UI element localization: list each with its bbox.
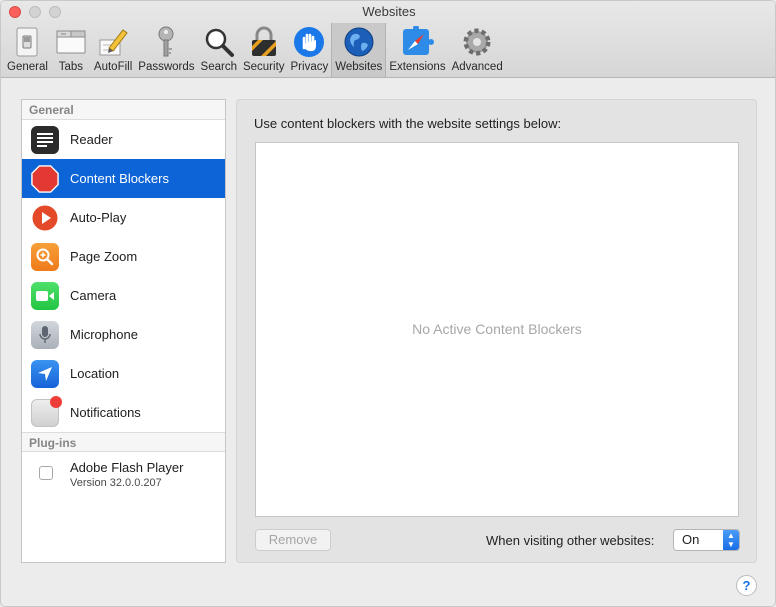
tabs-icon <box>54 25 88 59</box>
sidebar-item-label: Microphone <box>70 327 138 342</box>
empty-list-message: No Active Content Blockers <box>412 321 582 337</box>
tab-general[interactable]: General <box>4 23 51 77</box>
sidebar-item-label: Auto-Play <box>70 210 127 225</box>
sidebar-item-label: Reader <box>70 132 113 147</box>
sidebar-item-camera[interactable]: Camera <box>22 276 225 315</box>
sidebar-item-label: Content Blockers <box>70 171 169 186</box>
other-websites-select[interactable]: On ▲ ▼ <box>673 529 740 551</box>
sidebar-item-reader[interactable]: Reader <box>22 120 225 159</box>
notification-badge <box>50 395 62 408</box>
camera-icon <box>31 281 59 310</box>
hand-icon <box>292 25 326 59</box>
reader-icon <box>31 125 59 154</box>
window-title: Websites <box>362 4 416 19</box>
other-websites-value: On <box>682 532 700 547</box>
microphone-icon <box>31 320 59 349</box>
preferences-window: Websites General Tabs AutoFill Passwords… <box>0 0 776 607</box>
tab-advanced[interactable]: Advanced <box>449 23 506 77</box>
zoom-icon <box>31 242 59 271</box>
sidebar-item-auto-play[interactable]: Auto-Play <box>22 198 225 237</box>
sidebar-item-label: Notifications <box>70 405 141 420</box>
sidebar-item-label: Location <box>70 366 120 381</box>
chevron-up-down-icon: ▲ ▼ <box>723 530 739 550</box>
other-websites-label: When visiting other websites: <box>486 533 655 548</box>
tab-security[interactable]: Security <box>240 23 288 77</box>
plugins-section-header: Plug-ins <box>22 432 225 452</box>
flash-plugin-checkbox[interactable] <box>39 466 53 480</box>
panel-title: Use content blockers with the website se… <box>254 116 562 131</box>
sidebar-item-label: Page Zoom <box>70 249 138 264</box>
general-section-header: General <box>22 100 225 120</box>
sidebar-item-notifications[interactable]: Notifications <box>22 393 225 432</box>
tab-extensions[interactable]: Extensions <box>386 23 448 77</box>
padlock-icon <box>247 25 281 59</box>
key-icon <box>149 25 183 59</box>
sidebar-item-adobe-flash-player[interactable]: Adobe Flash Player Version 32.0.0.207 <box>22 452 225 502</box>
website-settings-sidebar: General Reader Content Blockers Auto-Pla… <box>21 99 226 563</box>
notifications-icon <box>31 395 62 427</box>
magnifier-icon <box>202 25 236 59</box>
content-blockers-list[interactable]: No Active Content Blockers <box>255 142 739 517</box>
content-blockers-panel: Use content blockers with the website se… <box>236 99 757 563</box>
tab-websites[interactable]: Websites <box>331 23 387 77</box>
preference-tabs: General Tabs AutoFill Passwords Search S… <box>4 23 506 77</box>
tab-privacy[interactable]: Privacy <box>288 23 332 77</box>
remove-button[interactable]: Remove <box>255 529 331 551</box>
general-switch-icon <box>10 25 44 59</box>
sidebar-item-page-zoom[interactable]: Page Zoom <box>22 237 225 276</box>
gear-icon <box>460 25 494 59</box>
sidebar-item-location[interactable]: Location <box>22 354 225 393</box>
help-button[interactable]: ? <box>736 575 757 596</box>
tab-autofill[interactable]: AutoFill <box>91 23 135 77</box>
sidebar-item-content-blockers[interactable]: Content Blockers <box>22 159 225 198</box>
globe-icon <box>342 25 376 59</box>
tab-search[interactable]: Search <box>198 23 240 77</box>
autofill-pencil-icon <box>96 25 130 59</box>
stop-sign-icon <box>31 164 59 193</box>
plugin-info: Adobe Flash Player Version 32.0.0.207 <box>70 460 183 489</box>
sidebar-item-microphone[interactable]: Microphone <box>22 315 225 354</box>
tab-passwords[interactable]: Passwords <box>135 23 197 77</box>
toolbar: Websites General Tabs AutoFill Passwords… <box>1 1 775 78</box>
plugin-name: Adobe Flash Player <box>70 460 184 475</box>
puzzle-compass-icon <box>400 25 435 59</box>
sidebar-item-label: Camera <box>70 288 117 303</box>
location-arrow-icon <box>31 359 59 388</box>
play-icon <box>31 204 59 232</box>
tab-tabs[interactable]: Tabs <box>51 23 91 77</box>
plugin-version: Version 32.0.0.207 <box>70 477 162 489</box>
